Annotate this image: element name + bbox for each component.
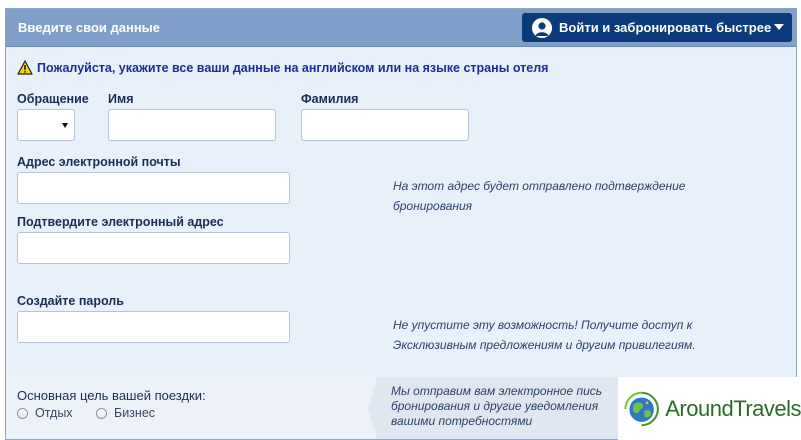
callout-line: Мы отправим вам электронное пись xyxy=(391,384,603,398)
trip-purpose-label: Основная цель вашей поездки: xyxy=(17,388,206,403)
booking-form: Введите свои данные Войти и забронироват… xyxy=(5,8,797,440)
login-book-faster-button[interactable]: Войти и забронировать быстрее xyxy=(522,13,792,42)
callout-line: вашими потребностями xyxy=(391,414,533,428)
trip-purpose-callout-text: Мы отправим вам электронное пись брониро… xyxy=(391,384,602,429)
form-header: Введите свои данные Войти и забронироват… xyxy=(6,9,796,47)
last-name-label: Фамилия xyxy=(301,92,359,106)
password-input[interactable] xyxy=(17,311,290,343)
chevron-down-icon[interactable] xyxy=(774,24,784,30)
chevron-down-icon xyxy=(62,123,68,128)
globe-logo-icon xyxy=(624,391,659,426)
user-avatar-icon xyxy=(532,17,552,38)
email-input[interactable] xyxy=(17,172,290,204)
form-title: Введите свои данные xyxy=(18,20,161,35)
email-hint: На этот адрес будет отправлено подтвержд… xyxy=(393,176,685,216)
first-name-label: Имя xyxy=(108,92,134,106)
password-hint-line: Эксклюзивным предложениям и другим приви… xyxy=(393,338,696,352)
callout-line: бронирования и другие уведомления xyxy=(391,399,599,413)
login-button-label: Войти и забронировать быстрее xyxy=(559,20,772,35)
salutation-label: Обращение xyxy=(17,92,89,106)
email-hint-line: бронирования xyxy=(393,199,473,213)
first-name-input[interactable] xyxy=(108,109,276,141)
last-name-input[interactable] xyxy=(301,109,469,141)
email-hint-line: На этот адрес будет отправлено подтвержд… xyxy=(393,179,686,193)
password-hint-line: Не упустите эту возможность! Получите до… xyxy=(393,318,693,332)
password-hint: Не упустите эту возможность! Получите до… xyxy=(393,315,696,355)
radio-leisure-label: Отдых xyxy=(35,406,73,420)
radio-button[interactable] xyxy=(17,407,28,419)
radio-business-label: Бизнес xyxy=(114,406,156,420)
language-warning: Пожалуйста, укажите все ваши данные на а… xyxy=(17,60,548,75)
radio-button[interactable] xyxy=(96,407,107,419)
confirm-email-label: Подтвердите электронный адрес xyxy=(17,215,224,229)
aroundtravels-watermark: AroundTravels xyxy=(618,377,801,440)
warning-text: Пожалуйста, укажите все ваши данные на а… xyxy=(37,60,549,75)
password-label: Создайте пароль xyxy=(17,294,124,308)
email-label: Адрес электронной почты xyxy=(17,155,181,169)
salutation-select[interactable] xyxy=(17,109,75,141)
brand-name: AroundTravels xyxy=(665,395,801,421)
radio-leisure[interactable]: Отдых xyxy=(17,406,73,420)
confirm-email-input[interactable] xyxy=(17,232,290,264)
warning-triangle-icon xyxy=(17,60,33,75)
radio-business[interactable]: Бизнес xyxy=(96,406,155,420)
